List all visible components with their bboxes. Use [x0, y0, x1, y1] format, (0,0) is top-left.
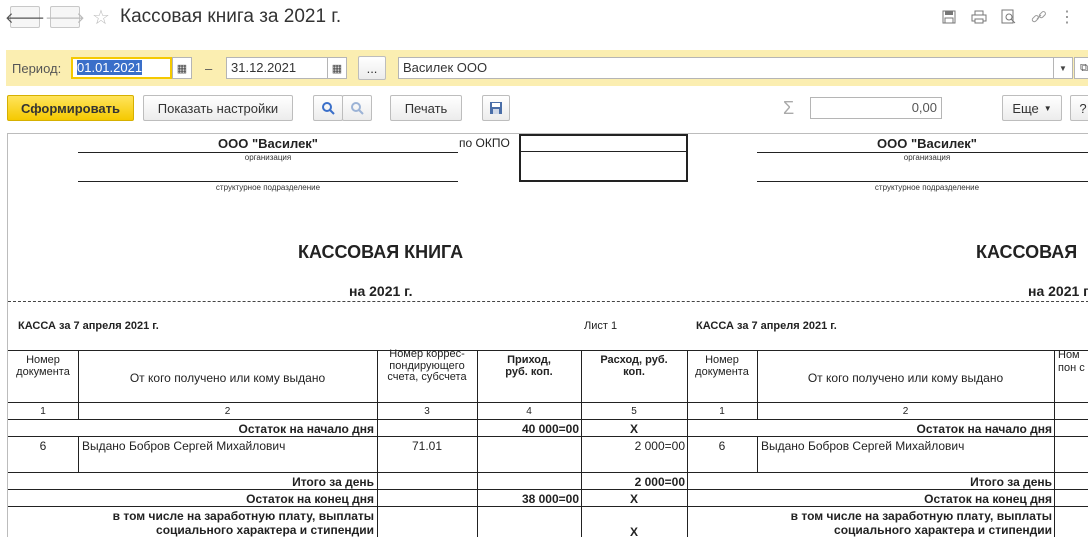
doc-number: 6 — [39, 439, 47, 453]
org-caption-right: организация — [903, 153, 951, 162]
opening-income: 40 000=00 — [521, 422, 579, 436]
more-vertical-icon[interactable]: ⋮ — [1058, 8, 1076, 26]
generate-button[interactable]: Сформировать — [7, 95, 134, 121]
preview-icon[interactable] — [1000, 8, 1018, 26]
header-income: Приход, руб. коп. — [505, 354, 553, 378]
date-from-field[interactable]: 01.01.2021 — [71, 57, 172, 79]
favorite-star-icon[interactable]: ☆ — [92, 5, 110, 30]
opening-label-right: Остаток на начало дня — [916, 422, 1052, 436]
salary-label-right: в том числе на заработную плату, выплаты… — [790, 509, 1052, 537]
sum-icon: Σ — [783, 98, 795, 118]
dropdown-arrow-icon[interactable]: ▼ — [1053, 57, 1073, 79]
opening-expense: X — [629, 422, 638, 436]
col-num-3: 3 — [424, 406, 430, 417]
col-num-1: 1 — [40, 406, 46, 417]
col-num-5: 5 — [631, 406, 637, 417]
save-button[interactable] — [482, 95, 510, 121]
floppy-icon — [490, 102, 502, 114]
closing-income: 38 000=00 — [521, 492, 579, 506]
total-label: Итого за день — [292, 475, 374, 489]
book-title: КАССОВАЯ КНИГА — [298, 242, 464, 262]
forward-button[interactable]: 🡒 — [45, 6, 85, 28]
back-button[interactable]: 🡐 — [5, 6, 45, 28]
okpo-label: по ОКПО — [459, 136, 510, 150]
page-break-line — [8, 301, 1088, 302]
print-button[interactable]: Печать — [390, 95, 462, 121]
org-caption: организация — [244, 153, 292, 162]
total-expense: 2 000=00 — [634, 475, 685, 489]
doc-expense: 2 000=00 — [634, 439, 685, 453]
org-name: ООО "Василек" — [218, 136, 318, 151]
okpo-box — [519, 134, 688, 182]
more-button[interactable]: Еще ▼ — [1002, 95, 1062, 121]
col-num-2: 2 — [224, 406, 231, 417]
header-account: Номер коррес-пондирующего счета, субсчет… — [387, 348, 467, 383]
salary-expense: X — [629, 525, 638, 537]
header-from-to-right: От кого получено или кому выдано — [807, 371, 1004, 385]
search-icon — [322, 102, 335, 115]
division-caption-right: структурное подразделение — [874, 183, 980, 192]
period-dash: – — [205, 61, 213, 76]
col-num-1-right: 1 — [719, 406, 725, 417]
period-select-button[interactable]: ... — [358, 56, 386, 80]
book-year: на 2021 г. — [349, 283, 413, 299]
header-doc-no-right: Номер документа — [695, 354, 749, 378]
header-expense: Расход, руб. коп. — [600, 354, 668, 378]
header-doc-no: Номер документа — [16, 354, 70, 378]
book-title-right: КАССОВАЯ — [976, 242, 1078, 262]
date-to-field[interactable]: 31.12.2021 — [226, 57, 328, 79]
doc-text-right: Выдано Бобров Сергей Михайлович — [761, 439, 965, 453]
organization-field[interactable]: Василек ООО — [398, 57, 1054, 79]
doc-text: Выдано Бобров Сергей Михайлович — [82, 439, 286, 453]
calendar-to-icon[interactable]: ▦ — [327, 57, 347, 79]
search-clear-button[interactable] — [342, 95, 372, 121]
save-icon[interactable] — [940, 8, 958, 26]
division-caption: структурное подразделение — [215, 183, 321, 192]
search-clear-icon — [351, 102, 364, 115]
total-label-right: Итого за день — [970, 475, 1052, 489]
help-button[interactable]: ? — [1070, 95, 1088, 121]
period-label: Период: — [12, 61, 62, 76]
title-bar: 🡐 🡒 ☆ Кассовая книга за 2021 г. ⋮ — [0, 0, 1088, 34]
doc-account: 71.01 — [411, 439, 443, 453]
chevron-down-icon: ▼ — [1043, 103, 1052, 113]
kassa-date-right: КАССА за 7 апреля 2021 г. — [696, 320, 837, 332]
arrow-left-icon: 🡐 — [4, 9, 46, 27]
salary-label: в том числе на заработную плату, выплаты… — [112, 509, 374, 537]
arrow-right-icon: 🡒 — [44, 9, 86, 27]
calendar-from-icon[interactable]: ▦ — [172, 57, 192, 79]
book-year-right: на 2021 г. — [1028, 283, 1088, 299]
header-from-to: От кого получено или кому выдано — [129, 371, 326, 385]
header-account-right: Ном пон с — [1058, 349, 1085, 374]
sum-field: 0,00 — [810, 97, 942, 119]
col-num-2-right: 2 — [902, 406, 909, 417]
org-name-right: ООО "Василек" — [877, 136, 977, 151]
report-sheet: ООО "Василек" организация по ОКПО структ… — [7, 133, 1088, 537]
open-icon[interactable]: ⧉ — [1074, 57, 1088, 79]
doc-number-right: 6 — [718, 439, 726, 453]
search-button[interactable] — [313, 95, 343, 121]
closing-label: Остаток на конец дня — [246, 492, 374, 506]
print-icon[interactable] — [970, 8, 988, 26]
closing-expense: X — [629, 492, 638, 506]
opening-label: Остаток на начало дня — [238, 422, 374, 436]
link-icon[interactable] — [1030, 8, 1048, 26]
col-num-4: 4 — [526, 406, 532, 417]
closing-label-right: Остаток на конец дня — [924, 492, 1052, 506]
show-settings-button[interactable]: Показать настройки — [143, 95, 293, 121]
window-title: Кассовая книга за 2021 г. — [120, 6, 342, 27]
kassa-date: КАССА за 7 апреля 2021 г. — [18, 320, 159, 332]
sheet-number: Лист 1 — [584, 320, 618, 332]
